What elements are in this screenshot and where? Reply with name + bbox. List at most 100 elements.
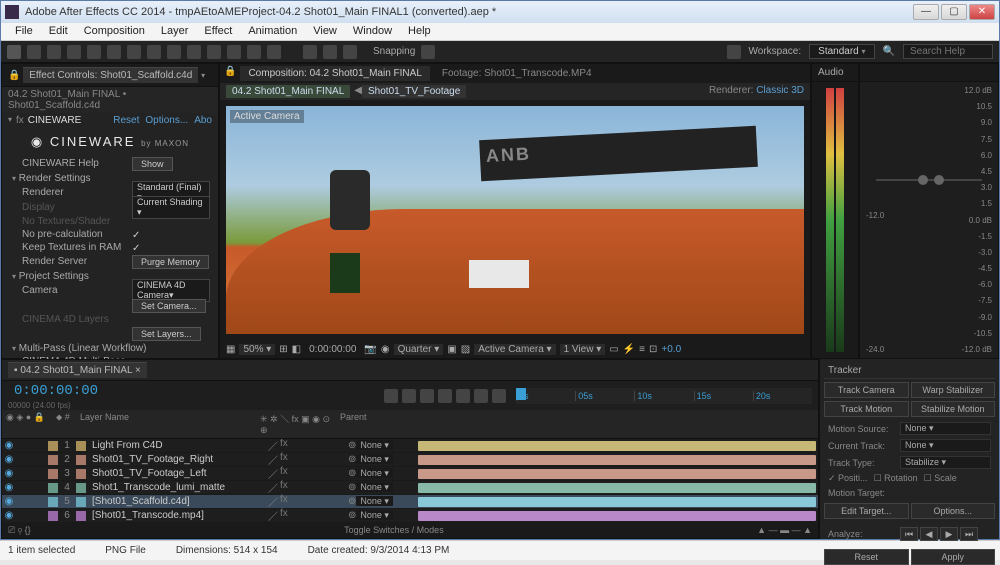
layer-name[interactable]: Light From C4D (88, 440, 268, 451)
warp-stabilizer-button[interactable]: Warp Stabilizer (911, 382, 996, 398)
visibility-toggle-icon[interactable]: ◉ (2, 496, 16, 507)
show-button[interactable]: Show (132, 157, 173, 171)
text-tool-icon[interactable] (167, 45, 181, 59)
comp-crumb-1[interactable]: 04.2 Shot01_Main FINAL (226, 85, 350, 98)
pen-tool-icon[interactable] (147, 45, 161, 59)
menu-window[interactable]: Window (345, 23, 400, 40)
layer-name[interactable]: [Shot01_Transcode.mp4] (88, 510, 268, 521)
col-layer-name[interactable]: Layer Name (76, 412, 256, 436)
timeline-layer[interactable]: ◉1Light From C4D ／ fx⊚ None ▾ (2, 439, 818, 453)
footage-tab[interactable]: Footage: Shot01_Transcode.MP4 (434, 66, 600, 81)
composition-tab[interactable]: Composition: 04.2 Shot01_Main FINAL (240, 66, 429, 81)
snapshot-icon[interactable]: 📷 (364, 344, 376, 355)
track-camera-button[interactable]: Track Camera (824, 382, 909, 398)
menu-animation[interactable]: Animation (240, 23, 305, 40)
pixel-aspect-icon[interactable]: ▭ (609, 344, 618, 355)
set-layers-button[interactable]: Set Layers... (132, 327, 201, 341)
label-color[interactable] (48, 441, 58, 451)
zoom-tool-icon[interactable] (47, 45, 61, 59)
timeline-icon[interactable]: ≡ (639, 344, 645, 355)
exposure-readout[interactable]: +0.0 (661, 344, 681, 355)
eraser-tool-icon[interactable] (227, 45, 241, 59)
current-track-dropdown[interactable]: None ▾ (900, 439, 991, 452)
level-slider[interactable] (876, 179, 982, 181)
shape-tool-icon[interactable] (127, 45, 141, 59)
brush-tool-icon[interactable] (187, 45, 201, 59)
parent-pickwhip-icon[interactable]: ⊚ (348, 482, 356, 493)
render-settings-section[interactable]: Render Settings (19, 173, 91, 184)
lock-icon[interactable]: 🔒 (8, 70, 20, 81)
axis-world-icon[interactable] (323, 45, 337, 59)
project-settings-section[interactable]: Project Settings (19, 271, 89, 282)
camera-tool-icon[interactable] (87, 45, 101, 59)
composition-viewer[interactable]: Active Camera ANB (220, 100, 810, 340)
lock-icon[interactable]: 🔒 (224, 66, 236, 81)
timeline-layer[interactable]: ◉4Shot1_Transcode_lumi_matte ／ fx⊚ None … (2, 481, 818, 495)
mask-icon[interactable]: ◧ (292, 344, 301, 355)
menu-view[interactable]: View (305, 23, 345, 40)
current-time[interactable]: 0:00:00:00 (8, 381, 104, 401)
disclosure-icon[interactable]: ▾ (8, 115, 12, 126)
motion-source-dropdown[interactable]: None ▾ (900, 422, 991, 435)
parent-pickwhip-icon[interactable]: ⊚ (348, 454, 356, 465)
precalc-checkbox[interactable]: ✓ (132, 230, 142, 240)
parent-dropdown[interactable]: None ▾ (356, 454, 393, 464)
keeptex-checkbox[interactable]: ✓ (132, 243, 142, 253)
timeline-layer[interactable]: ◉5[Shot01_Scaffold.c4d] ／ fx⊚ None ▾ (2, 495, 818, 509)
timecode-readout[interactable]: 0:00:00:00 (305, 344, 360, 355)
parent-pickwhip-icon[interactable]: ⊚ (348, 468, 356, 479)
tracker-options-button[interactable]: Options... (911, 503, 996, 519)
search-help-input[interactable] (903, 44, 993, 59)
renderer-readout[interactable]: Classic 3D (756, 85, 804, 96)
layer-switches[interactable]: ／ fx (268, 494, 308, 509)
time-ruler[interactable]: 0s 05s 10s 15s 20s (516, 388, 812, 404)
visibility-toggle-icon[interactable]: ◉ (2, 440, 16, 451)
tl-fx-icon[interactable] (438, 389, 452, 403)
puppet-tool-icon[interactable] (267, 45, 281, 59)
menu-help[interactable]: Help (400, 23, 439, 40)
analyze-fwd-button[interactable]: ▶ (940, 527, 958, 541)
layer-name[interactable]: Shot01_TV_Footage_Right (88, 454, 268, 465)
label-color[interactable] (48, 497, 58, 507)
parent-pickwhip-icon[interactable]: ⊚ (348, 496, 356, 507)
purge-memory-button[interactable]: Purge Memory (132, 255, 209, 269)
parent-dropdown[interactable]: None ▾ (356, 482, 393, 492)
parent-dropdown[interactable]: None ▾ (356, 468, 393, 478)
layer-switches[interactable]: ／ fx (268, 452, 308, 467)
playhead-icon[interactable] (516, 388, 526, 400)
label-color[interactable] (48, 511, 58, 521)
label-color[interactable] (48, 469, 58, 479)
analyze-back-button[interactable]: ◀ (920, 527, 938, 541)
parent-dropdown[interactable]: None ▾ (356, 496, 393, 506)
fast-preview-icon[interactable]: ⚡ (623, 344, 635, 355)
menu-composition[interactable]: Composition (76, 23, 153, 40)
roto-tool-icon[interactable] (247, 45, 261, 59)
layer-bar[interactable] (418, 497, 816, 507)
timeline-layer[interactable]: ◉3Shot01_TV_Footage_Left ／ fx⊚ None ▾ (2, 467, 818, 481)
track-motion-button[interactable]: Track Motion (824, 401, 909, 417)
reset-link[interactable]: Reset (113, 115, 139, 126)
options-link[interactable]: Options... (145, 115, 188, 126)
edit-target-button[interactable]: Edit Target... (824, 503, 909, 519)
visibility-toggle-icon[interactable]: ◉ (2, 468, 16, 479)
layer-bar[interactable] (418, 455, 816, 465)
tl-shy-icon[interactable] (420, 389, 434, 403)
rotation-checkbox[interactable]: ☐ Rotation (874, 473, 918, 484)
layer-switches[interactable]: ／ fx (268, 466, 308, 481)
tl-brain-icon[interactable] (492, 389, 506, 403)
stabilize-motion-button[interactable]: Stabilize Motion (911, 401, 996, 417)
tl-comp-icon[interactable] (402, 389, 416, 403)
menu-effect[interactable]: Effect (196, 23, 240, 40)
menu-layer[interactable]: Layer (153, 23, 197, 40)
label-color[interactable] (48, 483, 58, 493)
analyze-back-1-button[interactable]: ⏮ (900, 527, 918, 541)
maximize-button[interactable]: ▢ (941, 4, 967, 20)
snapping-toggle[interactable]: Snapping (373, 46, 415, 57)
rotate-tool-icon[interactable] (67, 45, 81, 59)
channel-icon[interactable]: ◉ (381, 344, 390, 355)
parent-dropdown[interactable]: None ▾ (356, 510, 393, 520)
timeline-layer[interactable]: ◉2Shot01_TV_Footage_Right ／ fx⊚ None ▾ (2, 453, 818, 467)
visibility-toggle-icon[interactable]: ◉ (2, 510, 16, 521)
parent-pickwhip-icon[interactable]: ⊚ (348, 440, 356, 451)
zoom-dropdown[interactable]: 50% ▾ (239, 344, 275, 355)
